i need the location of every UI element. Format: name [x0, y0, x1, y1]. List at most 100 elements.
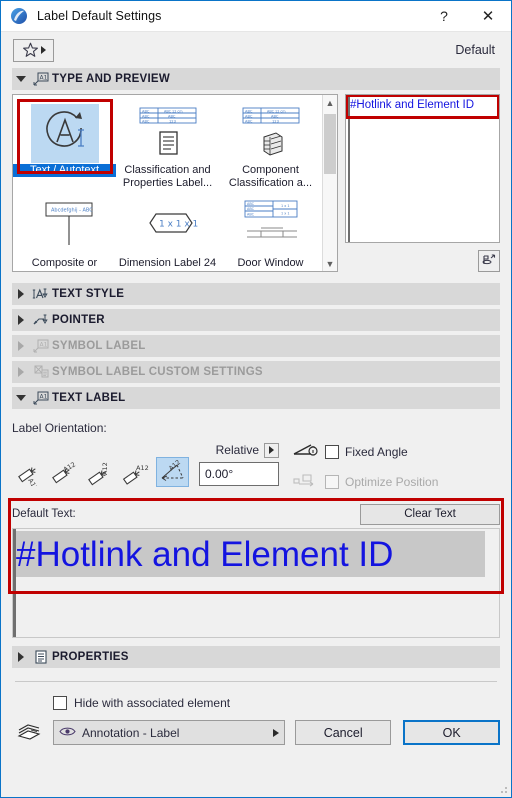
label-type-grid: Text / Autotext ABC ABC 12 cm ABC ABC AB…	[13, 95, 322, 271]
clear-text-button[interactable]: Clear Text	[360, 503, 500, 525]
svg-text:ABC: ABC	[271, 114, 279, 118]
orientation-parallel-button[interactable]: A12	[48, 457, 81, 487]
preview-text: #Hotlink and Element ID	[350, 99, 475, 111]
relative-row: Relative	[199, 441, 279, 459]
section-label: TYPE AND PREVIEW	[52, 73, 170, 85]
disclosure-triangle	[12, 652, 30, 662]
type-item-classification-properties[interactable]: ABC ABC 12 cm ABC ABC ABC 123 Classifica…	[116, 97, 219, 190]
section-header-symbol-label[interactable]: A1 SYMBOL LABEL	[12, 335, 500, 357]
orientation-readable-button[interactable]: A12	[120, 457, 153, 487]
thumbnail: ABC ABC 12 cm ABC ABC ABC 123	[219, 102, 322, 164]
default-text-value: #Hotlink and Element ID	[16, 534, 394, 574]
optimize-position-icon	[293, 472, 319, 493]
type-item-component-classification[interactable]: ABC ABC 12 cm ABC ABC ABC 123 Component …	[219, 97, 322, 190]
fixed-angle-checkbox[interactable]	[325, 445, 339, 459]
svg-text:1 x 1: 1 x 1	[281, 212, 289, 216]
favorites-button[interactable]	[13, 38, 54, 62]
type-item-label: Door Window Stamp 24	[237, 257, 304, 271]
type-item-dimension-label[interactable]: 1 x 1 x 1 Dimension Label 24	[116, 190, 219, 271]
star-icon	[22, 42, 39, 58]
section-label: POINTER	[52, 314, 105, 326]
section-label: SYMBOL LABEL	[52, 340, 146, 352]
angle-input[interactable]: 0.00°	[199, 462, 279, 486]
disclosure-triangle	[12, 395, 30, 401]
type-item-label: Classification and Properties Label...	[122, 164, 213, 189]
preview-tools	[345, 243, 500, 272]
relative-dropdown-button[interactable]	[264, 442, 279, 458]
type-list-scrollbar[interactable]: ▲ ▼	[322, 95, 337, 271]
svg-text:A12: A12	[136, 464, 149, 472]
svg-text:ABC: ABC	[245, 114, 253, 118]
orientation-custom-angle-button[interactable]: A12	[156, 457, 189, 487]
default-label: Default	[455, 43, 495, 57]
perspective-view-icon[interactable]	[478, 250, 500, 272]
thumbnail: Abcdefghij - ABC	[13, 195, 116, 257]
thumbnail: ABC ABC 12 cm ABC ABC ABC 123	[116, 102, 219, 164]
text-style-icon	[30, 287, 52, 301]
scrollbar-track[interactable]	[323, 110, 337, 256]
help-button[interactable]: ?	[423, 1, 465, 31]
section-header-pointer[interactable]: POINTER	[12, 309, 500, 331]
type-item-text-autotext[interactable]: Text / Autotext	[13, 97, 116, 190]
optimize-position-checkbox[interactable]	[325, 475, 339, 489]
layers-icon[interactable]	[15, 723, 43, 743]
favorites-toolbar: Default	[1, 32, 511, 68]
chevron-down-icon[interactable]: ▼	[326, 256, 335, 271]
fixed-angle-label: Fixed Angle	[345, 445, 408, 459]
type-and-preview-body: Text / Autotext ABC ABC 12 cm ABC ABC AB…	[12, 94, 500, 272]
optimize-position-row: Optimize Position	[293, 471, 438, 493]
orientation-horizontal-button[interactable]: A12	[12, 457, 45, 487]
disclosure-triangle	[12, 76, 30, 82]
editor-content[interactable]: #Hotlink and Element ID	[16, 529, 499, 637]
hide-with-element-label: Hide with associated element	[74, 696, 231, 710]
label-orientation-title: Label Orientation:	[12, 421, 107, 435]
type-item-label: Dimension Label 24	[118, 257, 217, 269]
section-header-text-label[interactable]: A1 TEXT LABEL	[12, 387, 500, 409]
hide-with-element-checkbox[interactable]	[53, 696, 67, 710]
section-header-properties[interactable]: PROPERTIES	[12, 646, 500, 668]
preview-anchor-line	[348, 95, 350, 242]
section-header-type-and-preview[interactable]: A1 TYPE AND PREVIEW	[12, 68, 500, 90]
resize-grip[interactable]	[498, 784, 508, 794]
type-item-door-window-stamp[interactable]: ABC ABC ABC 1 x 1 1 x 1 Door Window	[219, 190, 322, 271]
svg-text:ABC: ABC	[245, 109, 253, 113]
type-item-label: Composite or Profile Name 24	[25, 257, 104, 271]
section-label: TEXT STYLE	[52, 288, 125, 300]
disclosure-triangle	[12, 289, 30, 299]
optimize-position-label: Optimize Position	[345, 475, 439, 489]
svg-text:ABC: ABC	[245, 119, 253, 123]
svg-text:123: 123	[169, 119, 176, 123]
disclosure-triangle	[12, 315, 30, 325]
svg-text:ABC: ABC	[142, 109, 150, 113]
default-text-block: Default Text: Clear Text #Hotlink and El…	[8, 498, 504, 638]
dialog-footer: Annotation - Label Cancel OK	[15, 720, 500, 745]
chevron-up-icon[interactable]: ▲	[326, 95, 335, 110]
relative-label: Relative	[215, 443, 259, 457]
window-title: Label Default Settings	[37, 9, 162, 23]
preview-canvas[interactable]: #Hotlink and Element ID	[345, 94, 500, 243]
svg-text:A12: A12	[62, 460, 77, 473]
disclosure-triangle	[12, 341, 30, 351]
default-text-label: Default Text:	[12, 508, 76, 520]
thumbnail	[13, 102, 116, 164]
cancel-button[interactable]: Cancel	[294, 720, 392, 745]
svg-text:ABC 12 cm: ABC 12 cm	[164, 109, 183, 113]
layer-select[interactable]: Annotation - Label	[53, 720, 285, 745]
ok-button[interactable]: OK	[403, 720, 500, 745]
symbol-custom-icon	[30, 365, 52, 379]
close-button[interactable]: ✕	[465, 1, 511, 31]
svg-text:1 x 1 x 1: 1 x 1 x 1	[159, 220, 198, 230]
default-text-selection: #Hotlink and Element ID	[16, 531, 485, 577]
svg-text:ABC: ABC	[247, 202, 255, 206]
orientation-perpendicular-button[interactable]: A12	[84, 457, 117, 487]
type-item-composite-profile-name[interactable]: Abcdefghij - ABC Composite or Profile Na…	[13, 190, 116, 271]
svg-text:Abcdefghij - ABC: Abcdefghij - ABC	[51, 208, 93, 214]
default-text-editor[interactable]: #Hotlink and Element ID	[12, 528, 500, 638]
scrollbar-thumb[interactable]	[324, 114, 336, 174]
default-text-header: Default Text: Clear Text	[12, 503, 500, 525]
svg-text:ABC: ABC	[142, 119, 150, 123]
section-header-text-style[interactable]: TEXT STYLE	[12, 283, 500, 305]
section-header-symbol-label-custom-settings[interactable]: SYMBOL LABEL CUSTOM SETTINGS	[12, 361, 500, 383]
label-type-list[interactable]: Text / Autotext ABC ABC 12 cm ABC ABC AB…	[12, 94, 338, 272]
text-label-body: Label Orientation: A12 A12 A12 A12 A12 R…	[12, 413, 500, 493]
